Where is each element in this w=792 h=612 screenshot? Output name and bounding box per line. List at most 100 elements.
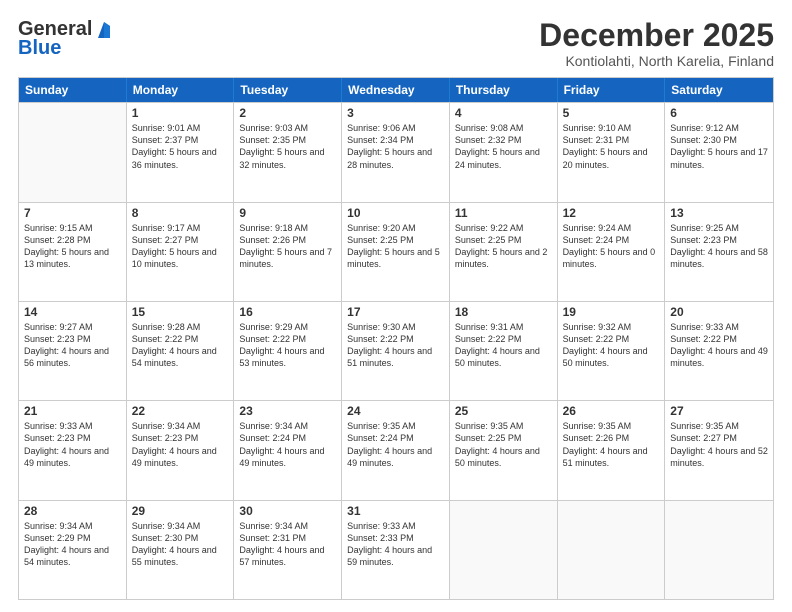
day-number: 24 — [347, 404, 444, 418]
cal-cell-0-0 — [19, 103, 127, 201]
cal-cell-4-3: 31 Sunrise: 9:33 AM Sunset: 2:33 PM Dayli… — [342, 501, 450, 599]
day-number: 20 — [670, 305, 768, 319]
day-number: 19 — [563, 305, 660, 319]
cell-info: Sunrise: 9:08 AM Sunset: 2:32 PM Dayligh… — [455, 122, 552, 171]
location: Kontiolahti, North Karelia, Finland — [539, 53, 774, 69]
cell-info: Sunrise: 9:22 AM Sunset: 2:25 PM Dayligh… — [455, 222, 552, 271]
cell-info: Sunrise: 9:35 AM Sunset: 2:27 PM Dayligh… — [670, 420, 768, 469]
cal-cell-0-2: 2Sunrise: 9:03 AM Sunset: 2:35 PM Daylig… — [234, 103, 342, 201]
day-number: 28 — [24, 504, 121, 518]
day-number: 9 — [239, 206, 336, 220]
cal-row-3: 21 Sunrise: 9:33 AM Sunset: 2:23 PM Dayli… — [19, 400, 773, 499]
day-number: 11 — [455, 206, 552, 220]
cal-cell-2-2: 16Sunrise: 9:29 AM Sunset: 2:22 PM Dayli… — [234, 302, 342, 400]
cal-cell-0-6: 6 Sunrise: 9:12 AM Sunset: 2:30 PM Daylig… — [665, 103, 773, 201]
cell-info: Sunrise: 9:32 AM Sunset: 2:22 PM Dayligh… — [563, 321, 660, 370]
cal-cell-2-1: 15 Sunrise: 9:28 AM Sunset: 2:22 PM Dayli… — [127, 302, 235, 400]
cell-info: Sunrise: 9:18 AM Sunset: 2:26 PM Dayligh… — [239, 222, 336, 271]
cell-info: Sunrise: 9:28 AM Sunset: 2:22 PM Dayligh… — [132, 321, 229, 370]
cell-info: Sunrise: 9:12 AM Sunset: 2:30 PM Dayligh… — [670, 122, 768, 171]
cell-info: Sunrise: 9:24 AM Sunset: 2:24 PM Dayligh… — [563, 222, 660, 271]
header-wednesday: Wednesday — [342, 78, 450, 102]
cal-cell-3-0: 21 Sunrise: 9:33 AM Sunset: 2:23 PM Dayli… — [19, 401, 127, 499]
day-number: 27 — [670, 404, 768, 418]
cal-row-2: 14 Sunrise: 9:27 AM Sunset: 2:23 PM Dayli… — [19, 301, 773, 400]
cell-info: Sunrise: 9:35 AM Sunset: 2:26 PM Dayligh… — [563, 420, 660, 469]
cell-info: Sunrise: 9:35 AM Sunset: 2:24 PM Dayligh… — [347, 420, 444, 469]
cal-cell-4-5 — [558, 501, 666, 599]
day-number: 7 — [24, 206, 121, 220]
cal-cell-3-2: 23Sunrise: 9:34 AM Sunset: 2:24 PM Dayli… — [234, 401, 342, 499]
day-number: 26 — [563, 404, 660, 418]
cell-info: Sunrise: 9:34 AM Sunset: 2:30 PM Dayligh… — [132, 520, 229, 569]
day-number: 31 — [347, 504, 444, 518]
day-number: 16 — [239, 305, 336, 319]
header-monday: Monday — [127, 78, 235, 102]
day-number: 29 — [132, 504, 229, 518]
cell-info: Sunrise: 9:33 AM Sunset: 2:22 PM Dayligh… — [670, 321, 768, 370]
cal-cell-0-5: 5 Sunrise: 9:10 AM Sunset: 2:31 PM Daylig… — [558, 103, 666, 201]
cell-info: Sunrise: 9:34 AM Sunset: 2:31 PM Dayligh… — [239, 520, 336, 569]
cal-row-1: 7 Sunrise: 9:15 AM Sunset: 2:28 PM Daylig… — [19, 202, 773, 301]
day-number: 15 — [132, 305, 229, 319]
calendar-header: Sunday Monday Tuesday Wednesday Thursday… — [19, 78, 773, 102]
cal-cell-0-1: 1Sunrise: 9:01 AM Sunset: 2:37 PM Daylig… — [127, 103, 235, 201]
cell-info: Sunrise: 9:01 AM Sunset: 2:37 PM Dayligh… — [132, 122, 229, 171]
cal-cell-0-3: 3Sunrise: 9:06 AM Sunset: 2:34 PM Daylig… — [342, 103, 450, 201]
calendar: Sunday Monday Tuesday Wednesday Thursday… — [18, 77, 774, 600]
day-number: 10 — [347, 206, 444, 220]
cal-cell-4-2: 30 Sunrise: 9:34 AM Sunset: 2:31 PM Dayli… — [234, 501, 342, 599]
cell-info: Sunrise: 9:30 AM Sunset: 2:22 PM Dayligh… — [347, 321, 444, 370]
cal-cell-4-0: 28Sunrise: 9:34 AM Sunset: 2:29 PM Dayli… — [19, 501, 127, 599]
header-sunday: Sunday — [19, 78, 127, 102]
cell-info: Sunrise: 9:34 AM Sunset: 2:24 PM Dayligh… — [239, 420, 336, 469]
cal-cell-4-6 — [665, 501, 773, 599]
cal-cell-1-6: 13 Sunrise: 9:25 AM Sunset: 2:23 PM Dayli… — [665, 203, 773, 301]
day-number: 30 — [239, 504, 336, 518]
day-number: 5 — [563, 106, 660, 120]
cal-cell-1-1: 8 Sunrise: 9:17 AM Sunset: 2:27 PM Daylig… — [127, 203, 235, 301]
cell-info: Sunrise: 9:27 AM Sunset: 2:23 PM Dayligh… — [24, 321, 121, 370]
cell-info: Sunrise: 9:33 AM Sunset: 2:23 PM Dayligh… — [24, 420, 121, 469]
cell-info: Sunrise: 9:10 AM Sunset: 2:31 PM Dayligh… — [563, 122, 660, 171]
header-thursday: Thursday — [450, 78, 558, 102]
calendar-body: 1Sunrise: 9:01 AM Sunset: 2:37 PM Daylig… — [19, 102, 773, 599]
header: General Blue December 2025 Kontiolahti, … — [18, 18, 774, 69]
day-number: 25 — [455, 404, 552, 418]
day-number: 21 — [24, 404, 121, 418]
cal-cell-3-4: 25 Sunrise: 9:35 AM Sunset: 2:25 PM Dayli… — [450, 401, 558, 499]
cell-info: Sunrise: 9:20 AM Sunset: 2:25 PM Dayligh… — [347, 222, 444, 271]
header-saturday: Saturday — [665, 78, 773, 102]
cal-cell-4-4 — [450, 501, 558, 599]
month-title: December 2025 — [539, 18, 774, 53]
day-number: 6 — [670, 106, 768, 120]
day-number: 8 — [132, 206, 229, 220]
day-number: 14 — [24, 305, 121, 319]
day-number: 17 — [347, 305, 444, 319]
day-number: 12 — [563, 206, 660, 220]
cell-info: Sunrise: 9:35 AM Sunset: 2:25 PM Dayligh… — [455, 420, 552, 469]
cal-row-4: 28Sunrise: 9:34 AM Sunset: 2:29 PM Dayli… — [19, 500, 773, 599]
cal-cell-2-3: 17 Sunrise: 9:30 AM Sunset: 2:22 PM Dayli… — [342, 302, 450, 400]
cell-info: Sunrise: 9:31 AM Sunset: 2:22 PM Dayligh… — [455, 321, 552, 370]
cal-cell-1-2: 9 Sunrise: 9:18 AM Sunset: 2:26 PM Daylig… — [234, 203, 342, 301]
cell-info: Sunrise: 9:15 AM Sunset: 2:28 PM Dayligh… — [24, 222, 121, 271]
cal-cell-2-0: 14 Sunrise: 9:27 AM Sunset: 2:23 PM Dayli… — [19, 302, 127, 400]
day-number: 3 — [347, 106, 444, 120]
cal-cell-1-3: 10 Sunrise: 9:20 AM Sunset: 2:25 PM Dayli… — [342, 203, 450, 301]
cal-cell-3-5: 26 Sunrise: 9:35 AM Sunset: 2:26 PM Dayli… — [558, 401, 666, 499]
cal-cell-3-6: 27 Sunrise: 9:35 AM Sunset: 2:27 PM Dayli… — [665, 401, 773, 499]
day-number: 4 — [455, 106, 552, 120]
logo: General Blue — [18, 18, 114, 60]
day-number: 13 — [670, 206, 768, 220]
cal-cell-1-0: 7 Sunrise: 9:15 AM Sunset: 2:28 PM Daylig… — [19, 203, 127, 301]
cal-cell-2-5: 19 Sunrise: 9:32 AM Sunset: 2:22 PM Dayli… — [558, 302, 666, 400]
cell-info: Sunrise: 9:25 AM Sunset: 2:23 PM Dayligh… — [670, 222, 768, 271]
day-number: 18 — [455, 305, 552, 319]
cell-info: Sunrise: 9:17 AM Sunset: 2:27 PM Dayligh… — [132, 222, 229, 271]
cell-info: Sunrise: 9:33 AM Sunset: 2:33 PM Dayligh… — [347, 520, 444, 569]
header-tuesday: Tuesday — [234, 78, 342, 102]
logo-icon — [94, 20, 114, 40]
cal-cell-2-6: 20 Sunrise: 9:33 AM Sunset: 2:22 PM Dayli… — [665, 302, 773, 400]
cal-cell-1-4: 11 Sunrise: 9:22 AM Sunset: 2:25 PM Dayli… — [450, 203, 558, 301]
